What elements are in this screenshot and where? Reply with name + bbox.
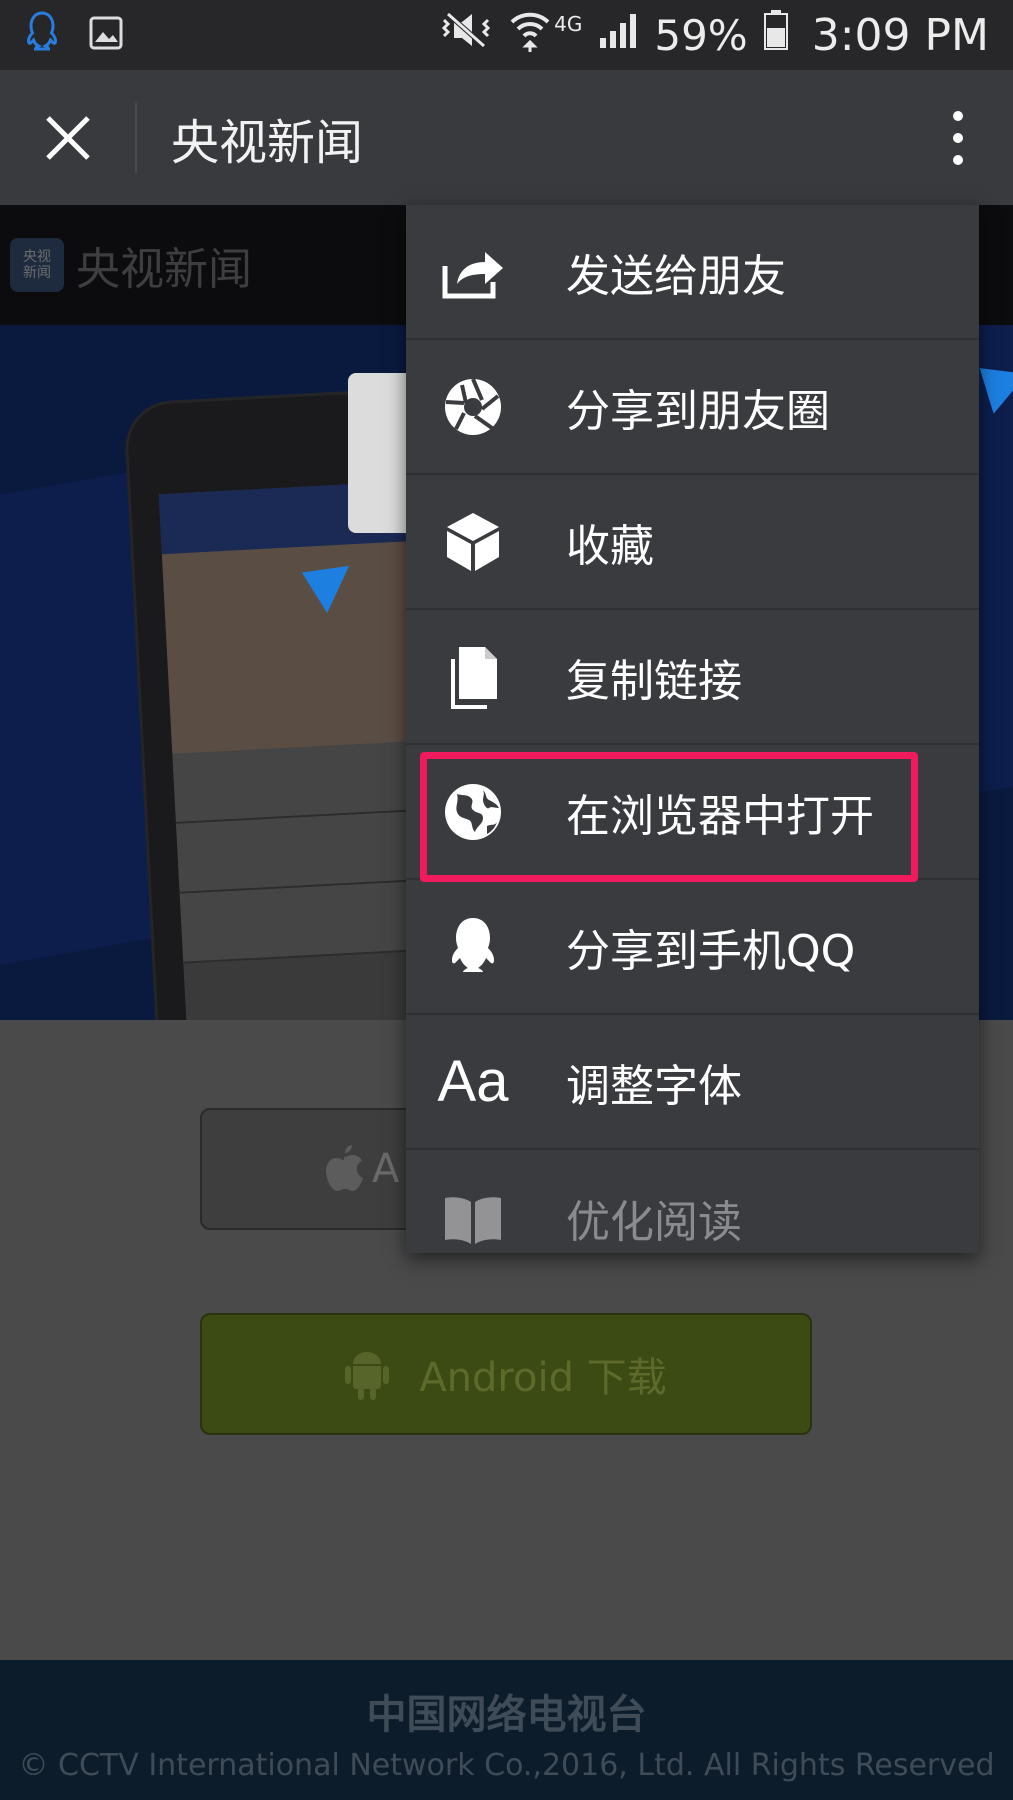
android-download-button[interactable]: Android 下载: [200, 1313, 812, 1435]
footer-copyright: © CCTV International Network Co.,2016, L…: [18, 1748, 995, 1783]
battery-icon: [763, 10, 788, 60]
share-arrow-icon: [442, 251, 503, 298]
app-store-button-label: A: [372, 1146, 400, 1192]
site-logo-text: 央视新闻: [76, 244, 252, 295]
site-logo-badge: 央视 新闻: [10, 238, 64, 292]
battery-percent: 59%: [654, 10, 748, 60]
clock: 3:09 PM: [811, 9, 989, 61]
status-bar: 4G 59% 3:09 PM: [0, 0, 1013, 70]
highlight-outline: [420, 752, 918, 882]
menu-item-share-moments[interactable]: 分享到朋友圈: [406, 340, 979, 475]
gallery-notification-icon: [88, 15, 124, 55]
network-type-label: 4G: [554, 12, 583, 36]
menu-item-label: 复制链接: [566, 655, 742, 707]
close-button[interactable]: [0, 70, 135, 205]
more-options-button[interactable]: [903, 70, 1013, 205]
menu-item-copy-link[interactable]: 复制链接: [406, 610, 979, 745]
close-icon: [45, 115, 90, 160]
font-size-icon: Aa: [437, 1049, 509, 1114]
overflow-menu: 发送给朋友 分享到朋友圈 收藏 复制链接 在浏览器中打开 分享到手机QQ Aa: [406, 205, 979, 1253]
menu-item-font-size[interactable]: Aa 调整字体: [406, 1015, 979, 1150]
menu-item-label: 调整字体: [566, 1060, 742, 1112]
copy-link-icon: [451, 646, 497, 709]
title-divider: [135, 102, 137, 173]
menu-item-favorite[interactable]: 收藏: [406, 475, 979, 610]
more-vertical-icon: [953, 110, 963, 165]
menu-item-label: 优化阅读: [566, 1196, 742, 1248]
title-bar: 央视新闻: [0, 70, 1013, 205]
moments-aperture-icon: [445, 377, 501, 435]
android-icon: [345, 1352, 390, 1400]
menu-item-label: 分享到朋友圈: [566, 385, 830, 437]
menu-item-label: 发送给朋友: [566, 250, 786, 302]
site-footer: 中国网络电视台 © CCTV International Network Co.…: [0, 1660, 1013, 1800]
footer-title: 中国网络电视台: [366, 1692, 647, 1738]
menu-item-send-to-friend[interactable]: 发送给朋友: [406, 205, 979, 340]
menu-item-share-qq[interactable]: 分享到手机QQ: [406, 880, 979, 1015]
android-button-label: Android 下载: [419, 1355, 667, 1401]
cell-signal-icon: [598, 11, 638, 60]
page-title: 央视新闻: [171, 114, 364, 171]
wifi-icon: [508, 8, 552, 62]
qq-penguin-icon: [452, 917, 494, 972]
menu-item-optimize-reading[interactable]: 优化阅读: [406, 1150, 979, 1253]
apple-icon: [326, 1145, 363, 1191]
qq-notification-icon: [24, 11, 60, 59]
vibrate-mute-icon: [440, 10, 492, 60]
favorite-cube-icon: [447, 512, 499, 571]
menu-item-label: 分享到手机QQ: [566, 925, 856, 977]
menu-item-label: 收藏: [566, 520, 654, 572]
book-icon: [445, 1196, 501, 1244]
